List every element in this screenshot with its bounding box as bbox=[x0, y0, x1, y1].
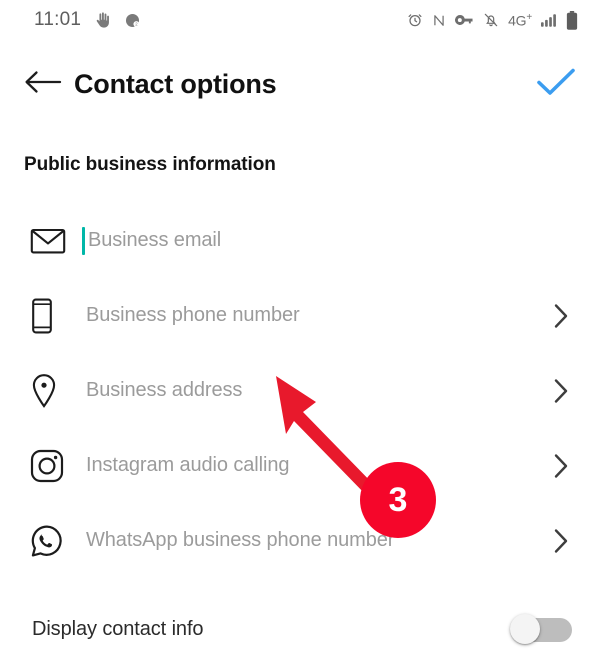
row-business-address[interactable]: Business address bbox=[0, 353, 600, 428]
alarm-icon bbox=[407, 12, 423, 28]
status-bar-left: 11:01 2 bbox=[34, 9, 141, 31]
vpn-key-icon bbox=[455, 13, 474, 27]
back-button[interactable] bbox=[12, 53, 74, 115]
whatsapp-business-phone-label: WhatsApp business phone number bbox=[86, 529, 395, 551]
signal-bars-icon bbox=[541, 13, 557, 28]
row-whatsapp-business-phone-number[interactable]: WhatsApp business phone number bbox=[0, 503, 600, 578]
phone-screen: 11:01 2 4G+ Contact options Public busin… bbox=[0, 0, 600, 663]
network-type-label: 4G+ bbox=[508, 11, 532, 29]
section-title: Public business information bbox=[24, 154, 276, 175]
toggle-knob bbox=[510, 614, 540, 644]
business-email-placeholder: Business email bbox=[88, 229, 222, 251]
email-icon bbox=[30, 226, 72, 256]
instagram-icon bbox=[30, 449, 72, 483]
business-address-label: Business address bbox=[86, 379, 243, 401]
location-pin-icon bbox=[30, 373, 72, 409]
back-arrow-icon bbox=[24, 69, 62, 100]
text-cursor bbox=[82, 226, 85, 255]
business-phone-label: Business phone number bbox=[86, 304, 300, 326]
instagram-audio-calling-label: Instagram audio calling bbox=[86, 454, 290, 476]
contact-options-list: Business email Business phone number Bus… bbox=[0, 203, 600, 578]
page-title: Contact options bbox=[74, 68, 277, 99]
confirm-button[interactable] bbox=[530, 60, 582, 108]
status-time: 11:01 bbox=[34, 9, 82, 30]
chevron-right-icon[interactable] bbox=[548, 302, 574, 330]
check-icon bbox=[535, 65, 577, 104]
hand-notification-icon bbox=[94, 11, 111, 29]
display-contact-info-label: Display contact info bbox=[32, 617, 204, 640]
display-contact-info-toggle[interactable] bbox=[510, 614, 572, 644]
status-bar-right: 4G+ bbox=[407, 10, 578, 30]
nfc-icon bbox=[432, 13, 446, 28]
app-notification-icon: 2 bbox=[124, 12, 141, 29]
battery-full-icon bbox=[566, 10, 578, 30]
row-business-phone-number[interactable]: Business phone number bbox=[0, 278, 600, 353]
chevron-right-icon[interactable] bbox=[548, 377, 574, 405]
whatsapp-icon bbox=[30, 524, 72, 558]
phone-icon bbox=[30, 298, 72, 334]
chevron-right-icon[interactable] bbox=[548, 527, 574, 555]
status-bar: 11:01 2 4G+ bbox=[0, 0, 600, 40]
row-instagram-audio-calling[interactable]: Instagram audio calling bbox=[0, 428, 600, 503]
app-bar: Contact options bbox=[0, 52, 600, 116]
chevron-right-icon[interactable] bbox=[548, 452, 574, 480]
display-contact-info-row[interactable]: Display contact info bbox=[0, 598, 600, 660]
business-email-input[interactable]: Business email bbox=[82, 226, 548, 255]
mute-bell-icon bbox=[483, 12, 499, 28]
row-business-email[interactable]: Business email bbox=[0, 203, 600, 278]
